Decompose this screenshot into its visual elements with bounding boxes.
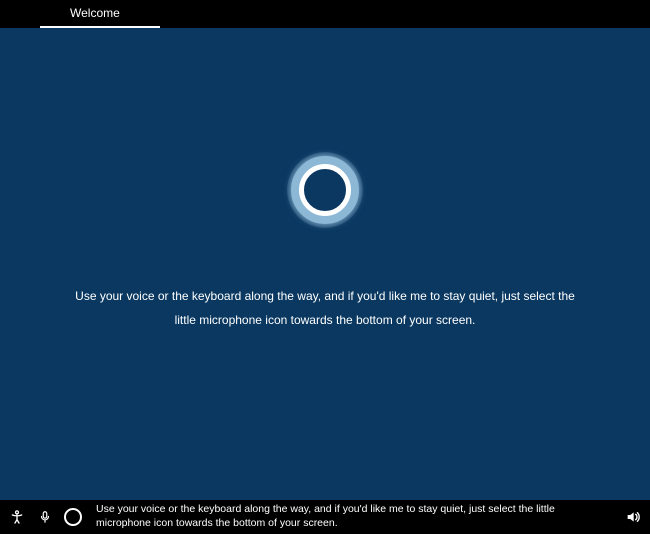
main-content: Use your voice or the keyboard along the… [0, 28, 650, 500]
microphone-icon[interactable] [36, 508, 54, 526]
cortana-icon[interactable] [64, 508, 82, 526]
tab-strip: Welcome [0, 0, 160, 28]
cortana-message: Use your voice or the keyboard along the… [75, 284, 575, 332]
footer-bar: Use your voice or the keyboard along the… [0, 500, 650, 534]
tab-welcome[interactable]: Welcome [40, 0, 160, 28]
accessibility-icon[interactable] [8, 508, 26, 526]
header-bar: Welcome [0, 0, 650, 28]
cortana-ring-icon [291, 156, 359, 224]
footer-caption: Use your voice or the keyboard along the… [92, 503, 614, 530]
volume-icon[interactable] [624, 508, 642, 526]
